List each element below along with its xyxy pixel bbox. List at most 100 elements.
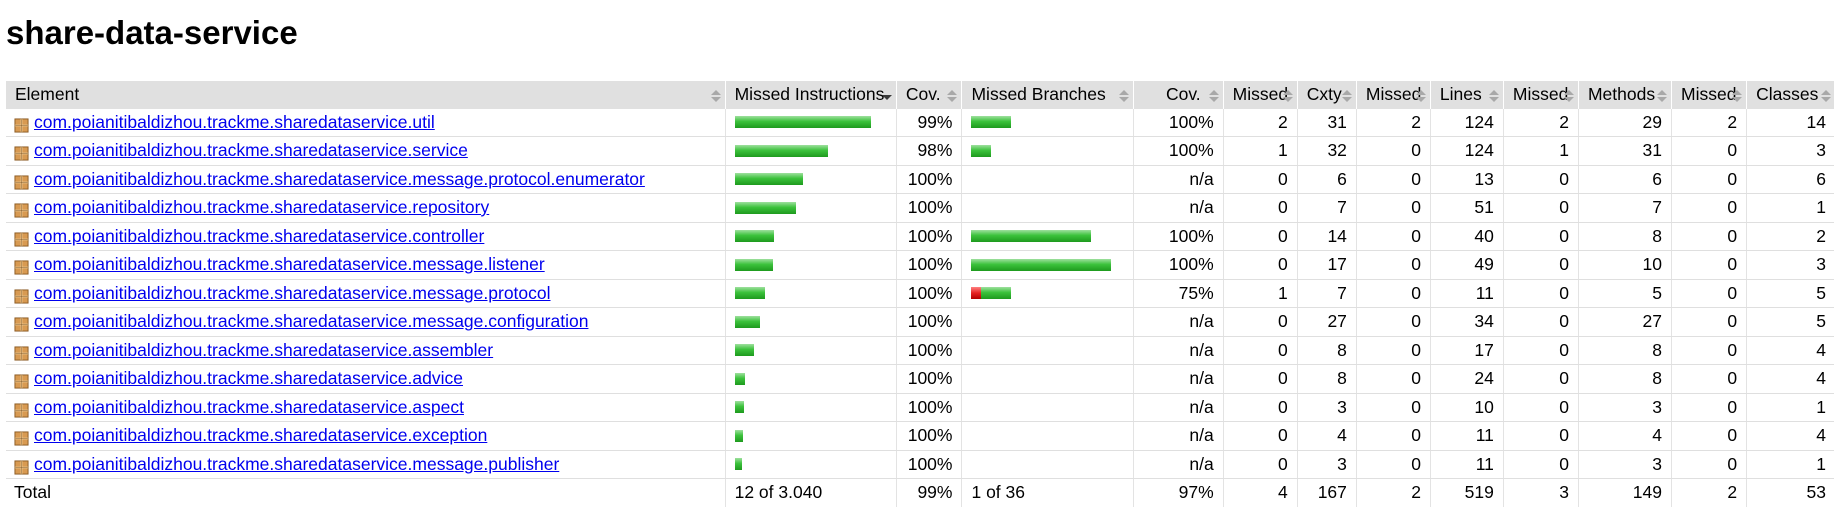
missed-methods: 1 [1503, 136, 1579, 166]
missed-methods: 0 [1503, 450, 1579, 479]
package-link[interactable]: com.poianitibaldizhou.trackme.sharedatas… [34, 340, 493, 360]
methods: 3 [1578, 393, 1673, 422]
package-link[interactable]: com.poianitibaldizhou.trackme.sharedatas… [34, 226, 484, 246]
missed-classes: 0 [1671, 307, 1748, 337]
col-header-methods[interactable]: Methods [1578, 81, 1673, 109]
missed-methods: 0 [1503, 307, 1579, 337]
missed-methods: 0 [1503, 364, 1579, 394]
lines: 24 [1430, 364, 1504, 394]
col-header-instructions-cov[interactable]: Cov. [896, 81, 963, 109]
lines: 51 [1430, 193, 1504, 223]
branches-bar [971, 337, 1123, 364]
missed-methods: 0 [1503, 421, 1579, 451]
total-missed-branches: 1 of 36 [961, 478, 1134, 507]
methods: 8 [1578, 222, 1673, 251]
col-header-missed-label: Missed [1232, 84, 1289, 104]
branches-missed-bar [971, 287, 982, 300]
package-link[interactable]: com.poianitibaldizhou.trackme.sharedatas… [34, 311, 588, 331]
lines: 49 [1430, 250, 1504, 280]
lines: 17 [1430, 336, 1504, 365]
sort-arrows-icon [947, 90, 958, 102]
col-header-cxty[interactable]: Cxty [1297, 81, 1357, 109]
missed-lines: 0 [1356, 421, 1431, 451]
col-header-cov-label: Cov. [1165, 84, 1201, 104]
col-header-missed-classes[interactable]: Missed [1671, 81, 1748, 109]
missed-methods: 0 [1503, 193, 1579, 223]
element-cell: com.poianitibaldizhou.trackme.sharedatas… [6, 136, 726, 166]
col-header-branches-cov[interactable]: Cov. [1133, 81, 1224, 109]
table-row: com.poianitibaldizhou.trackme.sharedatas… [6, 250, 1834, 280]
instructions-cov: 100% [896, 393, 963, 422]
cxty: 27 [1297, 307, 1357, 337]
missed-instructions-cell [725, 421, 897, 451]
package-link[interactable]: com.poianitibaldizhou.trackme.sharedatas… [34, 254, 545, 274]
missed-instructions-cell [725, 450, 897, 479]
missed-lines: 0 [1356, 364, 1431, 394]
package-link[interactable]: com.poianitibaldizhou.trackme.sharedatas… [34, 197, 489, 217]
package-link[interactable]: com.poianitibaldizhou.trackme.sharedatas… [34, 397, 464, 417]
classes: 5 [1746, 307, 1834, 337]
branches-bar [971, 251, 1123, 278]
package-icon [14, 228, 29, 247]
missed-classes: 0 [1671, 421, 1748, 451]
sort-arrows-icon [1732, 90, 1743, 102]
report-page: share-data-service Element Missed Instru… [0, 0, 1834, 507]
missed-instructions-cell [725, 364, 897, 394]
instructions-bar [734, 194, 887, 221]
instructions-cov: 98% [896, 136, 963, 166]
element-cell: com.poianitibaldizhou.trackme.sharedatas… [6, 336, 726, 365]
missed-branches-cell [961, 393, 1134, 422]
methods: 5 [1578, 279, 1673, 308]
missed-cxty: 0 [1223, 364, 1298, 394]
methods: 3 [1578, 450, 1673, 479]
missed-classes: 0 [1671, 193, 1748, 223]
instructions-bar [734, 166, 887, 193]
missed-branches-cell [961, 193, 1134, 223]
package-link[interactable]: com.poianitibaldizhou.trackme.sharedatas… [34, 169, 645, 189]
table-row: com.poianitibaldizhou.trackme.sharedatas… [6, 421, 1834, 451]
col-header-lines[interactable]: Lines [1430, 81, 1504, 109]
missed-classes: 0 [1671, 250, 1748, 280]
instructions-cov: 100% [896, 165, 963, 194]
package-link[interactable]: com.poianitibaldizhou.trackme.sharedatas… [34, 140, 468, 160]
missed-branches-cell [961, 250, 1134, 280]
table-row: com.poianitibaldizhou.trackme.sharedatas… [6, 108, 1834, 137]
instructions-covered-bar [734, 429, 743, 442]
col-header-missed-instructions[interactable]: Missed Instructions [725, 81, 897, 109]
col-header-missed-cxty[interactable]: Missed [1223, 81, 1298, 109]
total-branches-cov: 97% [1133, 478, 1224, 507]
instructions-covered-bar [734, 116, 871, 129]
missed-classes: 0 [1671, 364, 1748, 394]
table-row: com.poianitibaldizhou.trackme.sharedatas… [6, 336, 1834, 365]
package-link[interactable]: com.poianitibaldizhou.trackme.sharedatas… [34, 454, 559, 474]
package-icon [14, 370, 29, 389]
col-header-missed-lines[interactable]: Missed [1356, 81, 1431, 109]
classes: 6 [1746, 165, 1834, 194]
package-link[interactable]: com.poianitibaldizhou.trackme.sharedatas… [34, 368, 463, 388]
package-link[interactable]: com.poianitibaldizhou.trackme.sharedatas… [34, 283, 551, 303]
missed-methods: 0 [1503, 393, 1579, 422]
col-header-missed-methods[interactable]: Missed [1503, 81, 1579, 109]
col-header-cxty-label: Cxty [1306, 84, 1342, 104]
total-instructions-cov: 99% [896, 478, 963, 507]
cxty: 4 [1297, 421, 1357, 451]
branches-cov: n/a [1133, 450, 1224, 479]
package-link[interactable]: com.poianitibaldizhou.trackme.sharedatas… [34, 112, 435, 132]
table-row: com.poianitibaldizhou.trackme.sharedatas… [6, 193, 1834, 223]
instructions-covered-bar [734, 144, 828, 157]
sort-arrows-icon [1282, 90, 1293, 102]
missed-branches-cell [961, 222, 1134, 251]
branches-covered-bar [981, 287, 1012, 300]
col-header-element[interactable]: Element [6, 81, 726, 109]
col-header-element-label: Element [15, 84, 80, 104]
sort-arrows-icon [1415, 90, 1426, 102]
instructions-cov: 100% [896, 222, 963, 251]
classes: 14 [1746, 108, 1834, 137]
col-header-classes[interactable]: Classes [1746, 81, 1834, 109]
package-link[interactable]: com.poianitibaldizhou.trackme.sharedatas… [34, 425, 487, 445]
col-header-missed-label: Missed [1512, 84, 1569, 104]
missed-lines: 0 [1356, 307, 1431, 337]
lines: 13 [1430, 165, 1504, 194]
col-header-missed-label: Missed [1681, 84, 1737, 104]
col-header-missed-branches[interactable]: Missed Branches [961, 81, 1134, 109]
